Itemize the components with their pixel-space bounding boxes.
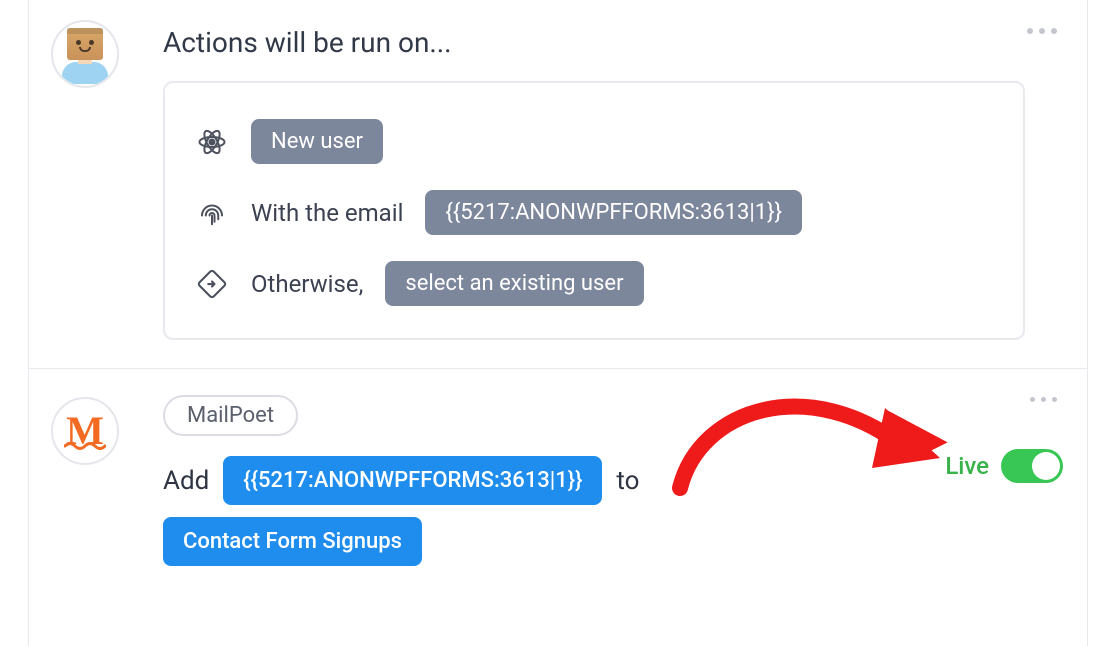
live-toggle[interactable] [1001,449,1063,483]
directions-icon [195,269,229,299]
actions-section-title: Actions will be run on... [163,26,1025,59]
mailpoet-action-section: M Live MailPoet Add {{5217:ANONWPFFORMS:… [29,368,1087,594]
actions-run-on-section: Actions will be run on... New user [29,0,1087,368]
with-email-label: With the email [251,199,403,227]
action-sentence: Add {{5217:ANONWPFFORMS:3613|1}} to [163,456,1025,505]
actions-section-options-icon[interactable] [1021,22,1063,40]
status-live-label: Live [945,452,989,480]
action-token-chip[interactable]: {{5217:ANONWPFFORMS:3613|1}} [223,456,602,505]
atom-icon [195,127,229,157]
rules-box: New user With the email {{5217:ANONWPFFO… [163,81,1025,340]
action-joiner: to [616,466,639,496]
action-list-chip[interactable]: Contact Form Signups [163,517,422,566]
rule-row-otherwise: Otherwise, select an existing user [195,261,993,306]
mailpoet-section-options-icon[interactable] [1024,391,1063,408]
new-user-chip[interactable]: New user [251,119,383,164]
integration-tag[interactable]: MailPoet [163,395,298,436]
user-avatar [51,20,119,88]
mailpoet-avatar: M [51,397,119,465]
fingerprint-icon [195,198,229,228]
rule-row-with-email: With the email {{5217:ANONWPFFORMS:3613|… [195,190,993,235]
email-token-chip[interactable]: {{5217:ANONWPFFORMS:3613|1}} [425,190,802,235]
rule-row-new-user: New user [195,119,993,164]
select-existing-user-chip[interactable]: select an existing user [385,261,643,306]
otherwise-label: Otherwise, [251,270,363,298]
action-verb: Add [163,466,209,496]
